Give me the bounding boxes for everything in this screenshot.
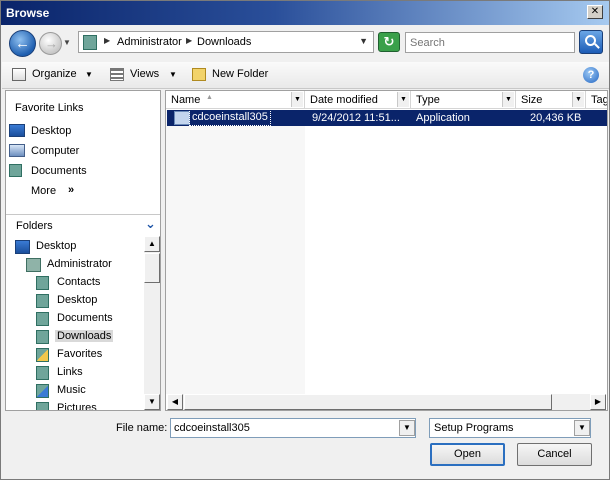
refresh-button[interactable]: ↻ <box>378 32 400 52</box>
folder-tree-scrollbar[interactable]: ▲ ▼ <box>144 236 160 410</box>
forward-arrow-icon: → <box>45 36 58 51</box>
file-date-modified: 9/24/2012 11:51... <box>312 112 400 124</box>
search-button[interactable] <box>579 30 603 54</box>
refresh-icon: ↻ <box>383 34 395 49</box>
file-type: Application <box>416 112 470 124</box>
file-name-value[interactable]: cdcoeinstall305 <box>174 422 250 434</box>
file-list-horizontal-scrollbar[interactable]: ◀ ▶ <box>167 394 606 410</box>
scroll-right-icon[interactable]: ▶ <box>590 394 606 410</box>
new-folder-button[interactable]: New Folder <box>192 67 272 84</box>
address-bar[interactable]: ▶ Administrator ▶ Downloads ▼ <box>78 31 374 53</box>
views-icon <box>110 68 124 81</box>
documents-icon <box>9 164 22 177</box>
folder-tree: Desktop Administrator Contacts Desktop D… <box>6 236 144 410</box>
chevron-down-icon[interactable]: ▼ <box>574 420 590 436</box>
folders-header[interactable]: Folders ⌄ <box>6 214 160 236</box>
folder-icon <box>36 402 49 410</box>
history-dropdown-icon[interactable]: ▼ <box>63 38 71 47</box>
column-header-type[interactable]: Type ▼ <box>411 91 516 109</box>
back-arrow-icon: ← <box>15 35 30 52</box>
folder-icon <box>36 312 49 326</box>
folder-icon <box>36 330 49 344</box>
chevron-down-icon[interactable]: ▼ <box>502 92 514 107</box>
folder-icon <box>36 366 49 380</box>
chevron-down-icon[interactable]: ▼ <box>572 92 584 107</box>
file-type-value: Setup Programs <box>434 422 514 434</box>
scroll-left-icon[interactable]: ◀ <box>167 394 183 410</box>
chevron-down-icon[interactable]: ▼ <box>291 92 303 107</box>
help-icon[interactable]: ? <box>583 67 599 83</box>
computer-icon <box>9 144 25 157</box>
views-button[interactable]: Views ▼ <box>110 67 182 84</box>
chevron-down-icon[interactable]: ▼ <box>397 92 409 107</box>
close-button[interactable]: ✕ <box>587 5 603 19</box>
file-size: 20,436 KB <box>530 112 582 124</box>
favorite-links-header: Favorite Links <box>15 102 84 114</box>
column-header-name[interactable]: Name ▲ ▼ <box>166 91 305 109</box>
search-input[interactable] <box>405 32 575 53</box>
cancel-button[interactable]: Cancel <box>517 443 592 466</box>
organize-icon <box>12 68 26 81</box>
title-bar[interactable]: Browse ✕ <box>1 1 609 25</box>
favorite-item-computer[interactable]: Computer <box>8 142 158 160</box>
column-header-tag[interactable]: Tag <box>586 91 607 109</box>
organize-button[interactable]: Organize ▼ <box>12 67 97 84</box>
application-icon <box>174 111 190 125</box>
chevron-down-icon: ⌄ <box>145 216 156 231</box>
scrollbar-thumb[interactable] <box>144 253 160 283</box>
file-row[interactable]: cdcoeinstall305 9/24/2012 11:51... Appli… <box>167 109 607 126</box>
open-button[interactable]: Open <box>430 443 505 466</box>
favorite-item-documents[interactable]: Documents <box>8 162 158 180</box>
window-title: Browse <box>6 6 50 20</box>
double-chevron-icon: » <box>68 184 75 196</box>
column-header-date-modified[interactable]: Date modified ▼ <box>305 91 411 109</box>
breadcrumb-administrator[interactable]: Administrator <box>117 36 182 48</box>
scroll-down-icon[interactable]: ▼ <box>144 394 160 410</box>
folder-icon <box>83 35 97 50</box>
chevron-down-icon: ▼ <box>85 70 93 79</box>
scrollbar-thumb[interactable] <box>184 394 552 410</box>
browse-dialog: Browse ✕ ← → ▼ ▶ Administrator ▶ Downloa… <box>0 0 610 480</box>
breadcrumb-separator-icon[interactable]: ▶ <box>104 36 110 45</box>
favorite-item-desktop[interactable]: Desktop <box>8 122 158 140</box>
desktop-icon <box>15 240 30 254</box>
forward-button[interactable]: → <box>39 32 62 55</box>
file-name-label: File name: <box>116 422 168 434</box>
folder-icon <box>36 294 49 308</box>
favorite-more-link[interactable]: More » <box>8 182 158 200</box>
favorites-folder-icon <box>36 348 49 362</box>
back-button[interactable]: ← <box>9 30 36 57</box>
file-name-combobox[interactable]: cdcoeinstall305 ▼ <box>170 418 416 438</box>
toolbar: Organize ▼ Views ▼ New Folder ? <box>2 62 609 89</box>
sort-ascending-icon: ▲ <box>206 94 213 101</box>
file-type-select[interactable]: Setup Programs ▼ <box>429 418 591 438</box>
chevron-down-icon[interactable]: ▼ <box>399 420 415 436</box>
column-header-size[interactable]: Size ▼ <box>516 91 586 109</box>
desktop-icon <box>9 124 25 137</box>
breadcrumb-separator-icon[interactable]: ▶ <box>186 36 192 45</box>
file-list-pane: Name ▲ ▼ Date modified ▼ Type ▼ Size ▼ T… <box>165 90 608 411</box>
new-folder-icon <box>192 68 206 81</box>
contacts-folder-icon <box>36 276 49 290</box>
address-dropdown-icon[interactable]: ▼ <box>359 36 368 46</box>
breadcrumb-downloads[interactable]: Downloads <box>197 36 251 48</box>
column-headers: Name ▲ ▼ Date modified ▼ Type ▼ Size ▼ T… <box>166 91 607 109</box>
user-folder-icon <box>26 258 41 272</box>
scroll-up-icon[interactable]: ▲ <box>144 236 160 252</box>
file-name: cdcoeinstall305 <box>189 109 271 126</box>
music-folder-icon <box>36 384 49 398</box>
navigation-pane: Favorite Links Desktop Computer Document… <box>5 90 161 411</box>
chevron-down-icon: ▼ <box>169 70 177 79</box>
